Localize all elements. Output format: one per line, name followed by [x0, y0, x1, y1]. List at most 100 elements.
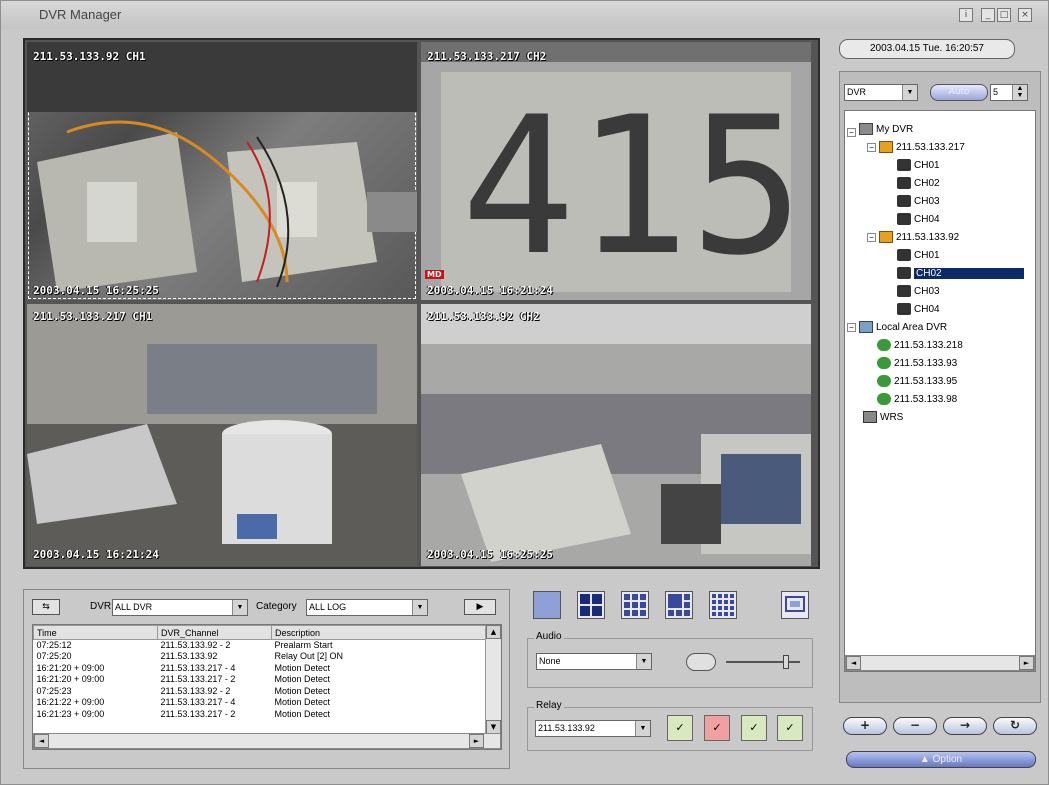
relay-dvr-select[interactable]: 211.53.133.92 ▼ — [535, 720, 651, 737]
cell-dvr-channel: 211.53.133.92 - 2 — [160, 685, 231, 696]
cell-dvr-channel: 211.53.133.217 - 4 — [160, 662, 236, 673]
log-dvr-select[interactable]: ALL DVR ▼ — [112, 599, 248, 616]
relay-2-toggle[interactable]: ✓ — [704, 715, 730, 741]
cell-time: 07:25:20 — [36, 651, 72, 662]
camera-view-1[interactable]: 211.53.133.92 CH1 2003.04.15 16:25:25 — [27, 42, 417, 300]
layout-3x3-button[interactable] — [621, 591, 649, 619]
tree-node-local-area-dvr[interactable]: − Local Area DVR — [847, 319, 947, 335]
cell-description: Relay Out [2] ON — [274, 651, 344, 662]
connect-dvr-button[interactable]: → — [943, 717, 987, 735]
info-icon[interactable]: i — [959, 8, 973, 22]
scroll-left-icon[interactable]: ◄ — [846, 656, 861, 670]
scroll-down-icon[interactable]: ▼ — [486, 720, 501, 734]
tree-node-lan-95[interactable]: 211.53.133.95 — [877, 373, 957, 389]
scroll-left-icon[interactable]: ◄ — [34, 734, 49, 748]
tree-node-label: 211.53.133.98 — [894, 393, 958, 405]
dvr-type-select[interactable]: DVR ▼ — [844, 84, 918, 101]
camera-label-3: 211.53.133.217 CH1 — [33, 310, 153, 323]
tree-node-label: CH04 — [914, 213, 940, 225]
log-horizontal-scrollbar[interactable]: ◄ ► — [33, 733, 501, 749]
auto-interval-spinner[interactable]: 5 ▲ ▼ — [990, 84, 1028, 101]
table-row[interactable]: 07:25:12 211.53.133.92 - 2 Prealarm Start — [34, 640, 487, 652]
table-row[interactable]: 07:25:20 211.53.133.92 Relay Out [2] ON — [34, 651, 487, 663]
table-row[interactable]: 07:25:23 211.53.133.92 - 2 Motion Detect — [34, 686, 487, 698]
log-play-button[interactable]: ▶ — [464, 599, 496, 615]
tree-node-92-ch01[interactable]: CH01 — [897, 247, 940, 263]
layout-mixed-button[interactable] — [665, 591, 693, 619]
tree-node-92-ch03[interactable]: CH03 — [897, 283, 940, 299]
table-row[interactable]: 16:21:20 + 09:00 211.53.133.217 - 2 Motion… — [34, 674, 487, 686]
cell-description: Motion Detect — [274, 685, 331, 696]
option-arrow-icon: ▲ — [919, 754, 933, 765]
refresh-button[interactable]: ↻ — [993, 717, 1037, 735]
collapse-icon[interactable]: − — [867, 142, 876, 152]
camera-icon — [897, 303, 911, 315]
log-dvr-value: ALL DVR — [115, 602, 153, 612]
audio-select[interactable]: None ▼ — [536, 653, 652, 670]
tree-node-my-dvr[interactable]: − My DVR — [847, 121, 913, 137]
relay-1-toggle[interactable]: ✓ — [667, 715, 693, 741]
cell-description: Motion Detect — [274, 697, 331, 708]
tree-node-217-ch03[interactable]: CH03 — [897, 193, 940, 209]
speaker-icon[interactable] — [686, 653, 716, 671]
volume-slider-thumb[interactable] — [783, 655, 789, 669]
collapse-icon[interactable]: − — [847, 127, 856, 137]
layout-1x1-button[interactable] — [533, 591, 561, 619]
cell-dvr-channel: 211.53.133.217 - 2 — [160, 674, 236, 685]
tree-node-lan-98[interactable]: 211.53.133.98 — [877, 391, 957, 407]
tree-horizontal-scrollbar[interactable]: ◄ ► — [845, 655, 1035, 671]
camera-view-3[interactable]: 211.53.133.217 CH1 2003.04.15 16:21:24 — [27, 304, 417, 566]
cell-time: 07:25:23 — [36, 685, 72, 696]
tree-node-217-ch01[interactable]: CH01 — [897, 157, 940, 173]
log-pin-button[interactable]: ⇆ — [32, 599, 60, 615]
table-row[interactable]: 16:21:23 + 09:00 211.53.133.217 - 2 Motion… — [34, 709, 487, 721]
layout-mixed-icon — [668, 594, 690, 616]
tree-node-label: 211.53.133.95 — [894, 375, 958, 387]
layout-2x2-button[interactable] — [577, 591, 605, 619]
tree-node-dvr-217[interactable]: − 211.53.133.217 — [867, 139, 965, 155]
column-header-time[interactable]: Time — [33, 625, 158, 640]
column-header-description[interactable]: Description — [271, 625, 487, 640]
minimize-button[interactable]: _ — [981, 8, 995, 22]
audio-group: Audio None ▼ — [527, 631, 813, 688]
tree-node-lan-93[interactable]: 211.53.133.93 — [877, 355, 957, 371]
relay-4-toggle[interactable]: ✓ — [777, 715, 803, 741]
tree-node-217-ch02[interactable]: CH02 — [897, 175, 940, 191]
cell-time: 16:21:20 + 09:00 — [36, 674, 105, 685]
tree-node-92-ch02[interactable]: CH02 — [897, 265, 1024, 281]
collapse-icon[interactable]: − — [867, 232, 876, 242]
camera-icon — [897, 195, 911, 207]
table-row[interactable]: 16:21:22 + 09:00 211.53.133.217 - 4 Motion… — [34, 697, 487, 709]
tree-node-wrs[interactable]: WRS — [863, 409, 903, 425]
camera-view-4[interactable]: 211.53.133.92 CH2 2003.04.15 16:25:25 — [421, 304, 811, 566]
log-vertical-scrollbar[interactable]: ▲ ▼ — [485, 625, 501, 735]
option-button[interactable]: ▲ Option — [846, 751, 1036, 768]
table-row[interactable]: 16:21:20 + 09:00 211.53.133.217 - 4 Motion… — [34, 663, 487, 675]
cell-description: Motion Detect — [274, 708, 331, 719]
camera-icon — [897, 213, 911, 225]
scroll-right-icon[interactable]: ► — [469, 734, 484, 748]
chevron-down-icon: ▼ — [412, 600, 427, 615]
tree-node-92-ch04[interactable]: CH04 — [897, 301, 940, 317]
tree-node-dvr-92[interactable]: − 211.53.133.92 — [867, 229, 959, 245]
camera-icon — [897, 267, 911, 279]
maximize-button[interactable]: □ — [997, 8, 1011, 22]
column-header-dvr-channel[interactable]: DVR_Channel — [157, 625, 272, 640]
close-button[interactable]: × — [1018, 8, 1032, 22]
collapse-icon[interactable]: − — [847, 322, 856, 332]
auto-button[interactable]: Auto — [930, 84, 988, 101]
layout-4x4-button[interactable] — [709, 591, 737, 619]
tree-node-lan-218[interactable]: 211.53.133.218 — [877, 337, 963, 353]
add-dvr-button[interactable]: + — [843, 717, 887, 735]
log-category-select[interactable]: ALL LOG ▼ — [306, 599, 428, 616]
tree-node-label: CH01 — [914, 249, 940, 261]
remove-dvr-button[interactable]: − — [893, 717, 937, 735]
camera-view-2[interactable]: 415 211.53.133.217 CH2 MD 2003.04.15 16:… — [421, 42, 811, 300]
tree-node-217-ch04[interactable]: CH04 — [897, 211, 940, 227]
scroll-up-icon[interactable]: ▲ — [486, 625, 501, 639]
relay-3-toggle[interactable]: ✓ — [741, 715, 767, 741]
dvr-manager-window: DVR Manager i _ □ × 211.53.133.92 CH1 20… — [0, 0, 1049, 785]
fullscreen-button[interactable] — [781, 591, 809, 619]
chevron-down-icon: ▼ — [635, 721, 650, 736]
scroll-right-icon[interactable]: ► — [1019, 656, 1034, 670]
